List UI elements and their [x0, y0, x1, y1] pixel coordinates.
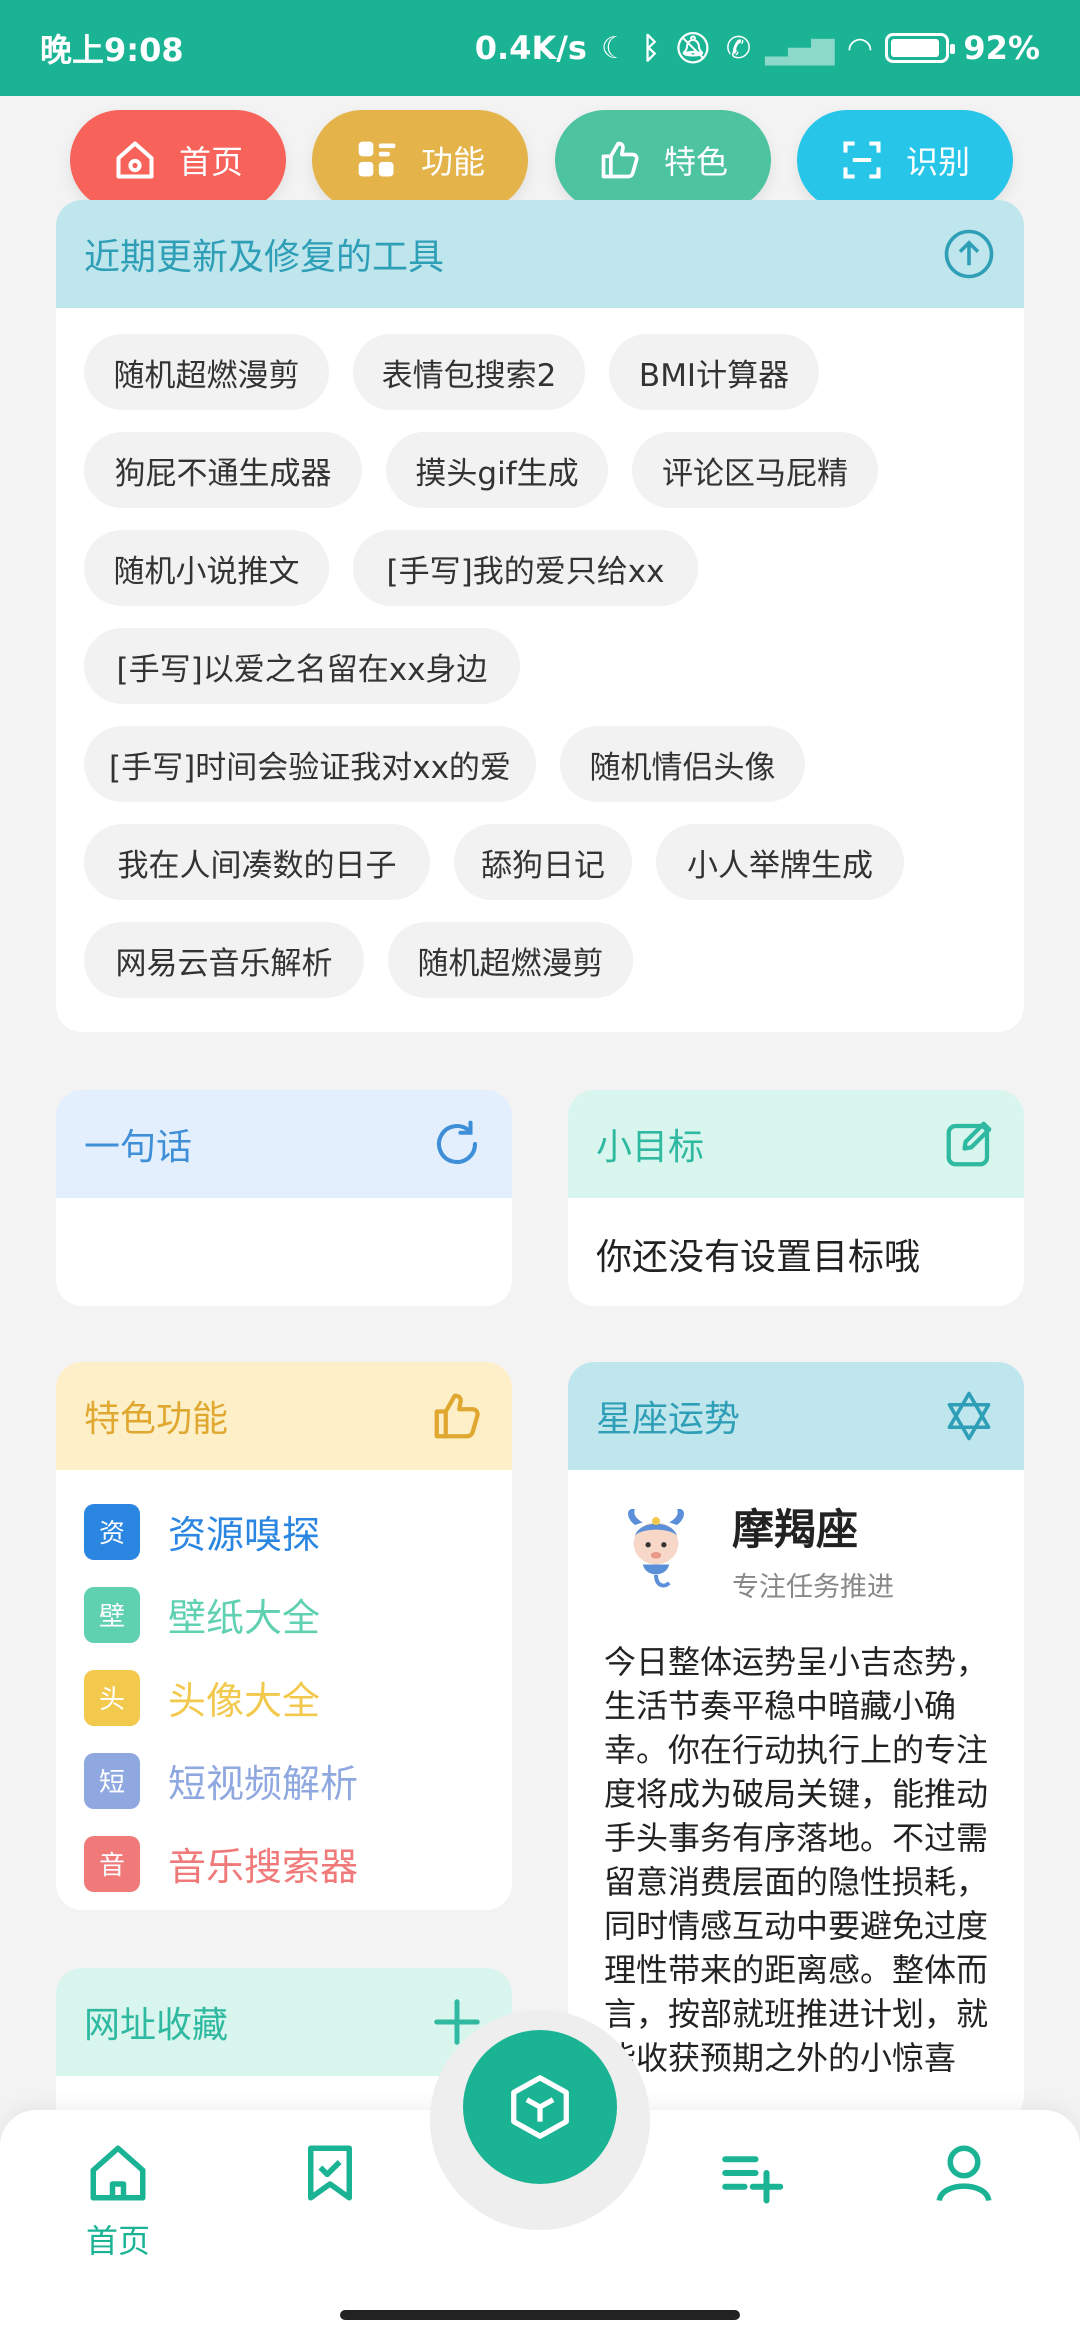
nav-recognize-button[interactable]: 识别 — [797, 110, 1013, 210]
feature-item-wallpapers[interactable]: 壁 壁纸大全 — [84, 1573, 484, 1656]
moon-icon: ☾ — [600, 30, 628, 66]
nav-function-button[interactable]: 功能 — [312, 110, 528, 210]
horoscope-header: 星座运势 — [568, 1362, 1024, 1470]
tool-chip[interactable]: 网易云音乐解析 — [84, 922, 364, 998]
tool-chip[interactable]: 舔狗日记 — [454, 824, 632, 900]
tool-chip[interactable]: BMI计算器 — [609, 334, 819, 410]
battery-percent: 92% — [963, 29, 1040, 67]
tab-favorites[interactable] — [270, 2140, 390, 2210]
capricorn-avatar-icon — [628, 1508, 684, 1588]
feature-item-video-parse[interactable]: 短 短视频解析 — [84, 1739, 484, 1822]
playlist-add-icon — [722, 2156, 784, 2204]
tool-chip[interactable]: [手写]以爱之名留在xx身边 — [84, 628, 520, 704]
recent-updates-title: 近期更新及修复的工具 — [84, 237, 445, 278]
thumb-up-icon — [434, 1393, 480, 1439]
mute-bell-icon: 🔕︎ — [673, 30, 712, 66]
tab-playlist[interactable] — [690, 2140, 810, 2210]
featured-functions-title: 特色功能 — [84, 1399, 229, 1440]
nav-function-label: 功能 — [420, 143, 485, 181]
thumb-up-icon — [601, 141, 639, 179]
wifi-icon: ◠ — [848, 30, 872, 66]
home-icon — [116, 141, 154, 179]
nav-home-label: 首页 — [178, 143, 243, 181]
network-speed: 0.4K/s — [474, 29, 587, 67]
user-icon — [936, 2145, 992, 2202]
tool-chip[interactable]: [手写]时间会验证我对xx的爱 — [84, 726, 536, 802]
horoscope-title: 星座运势 — [596, 1399, 741, 1440]
tool-chip[interactable]: 随机情侣头像 — [560, 726, 805, 802]
feature-label: 壁纸大全 — [168, 1596, 321, 1640]
recent-updates-header: 近期更新及修复的工具 — [56, 200, 1024, 308]
tool-chip[interactable]: 随机超燃漫剪 — [388, 922, 633, 998]
recent-updates-card: 近期更新及修复的工具 随机超燃漫剪 表情包搜索2 BMI计算器 狗屁不通生成器 … — [56, 200, 1024, 1032]
quote-header: 一句话 — [56, 1090, 512, 1198]
battery-icon — [885, 33, 956, 63]
tool-chip[interactable]: 摸头gif生成 — [386, 432, 608, 508]
scan-icon — [843, 141, 881, 179]
call-icon: ✆ — [725, 30, 752, 66]
horoscope-card: 星座运势 摩羯座 专注任务推进 今日整体运势呈小吉态势，生活节奏平稳中暗藏小确幸… — [568, 1362, 1024, 2122]
tool-chip[interactable]: 随机超燃漫剪 — [84, 334, 329, 410]
quote-title: 一句话 — [84, 1127, 193, 1168]
tab-home[interactable]: 首页 — [58, 2140, 178, 2262]
feature-badge: 头 — [84, 1669, 140, 1726]
home-icon — [90, 2145, 146, 2201]
featured-functions-card: 特色功能 资 资源嗅探 壁 壁纸大全 头 头像大全 短 短视频解析 音 音乐搜索… — [56, 1362, 512, 1910]
home-indicator — [340, 2310, 740, 2320]
tool-chip[interactable]: [手写]我的爱只给xx — [353, 530, 698, 606]
featured-functions-list: 资 资源嗅探 壁 壁纸大全 头 头像大全 短 短视频解析 音 音乐搜索器 — [56, 1470, 512, 1910]
horoscope-sign-row: 摩羯座 专注任务推进 — [568, 1470, 1024, 1604]
feature-label: 头像大全 — [168, 1679, 321, 1723]
top-nav: 首页 功能 特色 识别 — [0, 110, 1080, 210]
tool-chip[interactable]: 评论区马屁精 — [632, 432, 878, 508]
tab-profile[interactable] — [904, 2140, 1024, 2210]
bookmark-check-icon — [308, 2145, 352, 2201]
zodiac-sign-name: 摩羯座 — [732, 1505, 859, 1554]
tool-chip[interactable]: 狗屁不通生成器 — [84, 432, 362, 508]
nav-recognize-label: 识别 — [905, 143, 970, 181]
goal-text: 你还没有设置目标哦 — [596, 1237, 921, 1278]
status-bar: 晚上9:08 0.4K/s ☾ ᛒ 🔕︎ ✆ ▂▄▆ ◠ 92% — [0, 0, 1080, 96]
signal-icon: ▂▄▆ — [765, 30, 835, 66]
tab-home-label: 首页 — [85, 2222, 150, 2260]
featured-functions-header: 特色功能 — [56, 1362, 512, 1470]
status-time: 晚上9:08 — [40, 31, 184, 69]
cube-icon — [511, 2075, 569, 2139]
bookmarks-header: 网址收藏 — [56, 1968, 512, 2076]
horoscope-text: 今日整体运势呈小吉态势，生活节奏平稳中暗藏小确幸。你在行动执行上的专注度将成为破… — [604, 1643, 989, 2077]
zodiac-tagline: 专注任务推进 — [732, 1572, 894, 1603]
grid-icon — [358, 141, 396, 177]
feature-label: 资源嗅探 — [168, 1513, 321, 1557]
feature-badge: 壁 — [84, 1586, 140, 1643]
feature-item-resource-sniff[interactable]: 资 资源嗅探 — [84, 1490, 484, 1573]
tool-chip[interactable]: 随机小说推文 — [84, 530, 329, 606]
feature-badge: 音 — [84, 1835, 140, 1892]
tool-chip[interactable]: 表情包搜索2 — [353, 334, 585, 410]
star-of-david-icon[interactable] — [942, 1389, 996, 1443]
goal-card: 小目标 你还没有设置目标哦 — [568, 1090, 1024, 1306]
feature-badge: 资 — [84, 1503, 140, 1560]
arrow-up-circle-icon[interactable] — [942, 227, 996, 281]
quote-card: 一句话 — [56, 1090, 512, 1306]
feature-badge: 短 — [84, 1752, 140, 1809]
goal-header: 小目标 — [568, 1090, 1024, 1198]
refresh-icon[interactable] — [430, 1117, 484, 1171]
feature-item-avatars[interactable]: 头 头像大全 — [84, 1656, 484, 1739]
tool-chip[interactable]: 我在人间凑数的日子 — [84, 824, 430, 900]
feature-label: 短视频解析 — [168, 1762, 359, 1806]
nav-featured-button[interactable]: 特色 — [555, 110, 771, 210]
center-cube-button[interactable] — [463, 2030, 617, 2184]
edit-icon[interactable] — [942, 1117, 996, 1171]
feature-item-music-search[interactable]: 音 音乐搜索器 — [84, 1822, 484, 1905]
status-icons: 0.4K/s ☾ ᛒ 🔕︎ ✆ ▂▄▆ ◠ 92% — [475, 29, 1040, 67]
feature-label: 音乐搜索器 — [168, 1845, 359, 1889]
bluetooth-icon: ᛒ — [641, 30, 660, 66]
quote-text — [56, 1198, 512, 1258]
nav-home-button[interactable]: 首页 — [70, 110, 286, 210]
tool-chip[interactable]: 小人举牌生成 — [656, 824, 904, 900]
goal-title: 小目标 — [596, 1127, 705, 1168]
nav-featured-label: 特色 — [663, 143, 728, 181]
bookmarks-title: 网址收藏 — [84, 2005, 229, 2046]
